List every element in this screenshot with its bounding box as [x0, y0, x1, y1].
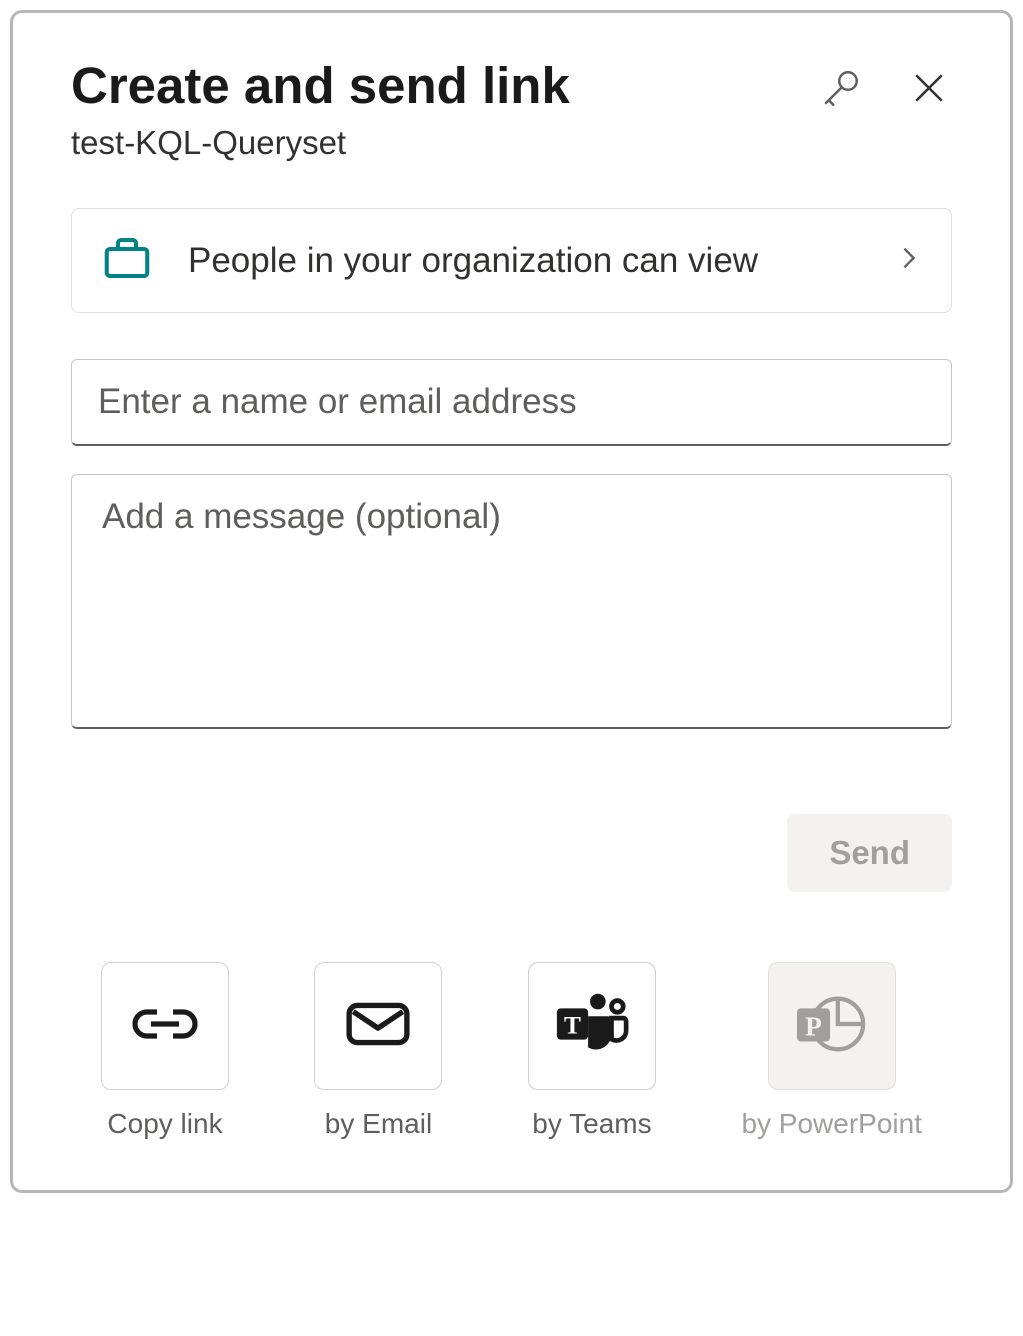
dialog-subtitle: test-KQL-Queryset [71, 124, 570, 162]
recipient-input[interactable] [71, 359, 952, 446]
share-options-row: Copy link by Email T [71, 962, 952, 1140]
share-powerpoint: P by PowerPoint [741, 962, 922, 1140]
dialog-header: Create and send link test-KQL-Queryset [71, 55, 952, 162]
svg-text:T: T [564, 1011, 581, 1039]
email-button[interactable] [314, 962, 442, 1090]
teams-label: by Teams [532, 1108, 651, 1140]
powerpoint-icon: P [795, 992, 869, 1061]
message-input[interactable] [71, 474, 952, 729]
powerpoint-label: by PowerPoint [741, 1108, 922, 1140]
briefcase-icon [100, 231, 154, 290]
send-row: Send [71, 814, 952, 892]
permission-text: People in your organization can view [188, 238, 861, 284]
permission-selector[interactable]: People in your organization can view [71, 208, 952, 313]
link-icon [129, 998, 201, 1055]
copy-link-button[interactable] [101, 962, 229, 1090]
header-actions [816, 55, 952, 116]
share-email: by Email [314, 962, 442, 1140]
link-settings-button[interactable] [816, 63, 866, 116]
key-icon [820, 67, 862, 112]
dialog-title: Create and send link [71, 55, 570, 116]
teams-icon: T [553, 990, 631, 1063]
send-button[interactable]: Send [787, 814, 952, 892]
title-block: Create and send link test-KQL-Queryset [71, 55, 570, 162]
powerpoint-button: P [768, 962, 896, 1090]
svg-text:P: P [805, 1011, 822, 1041]
share-teams: T by Teams [528, 962, 656, 1140]
mail-icon [345, 998, 411, 1055]
copy-link-label: Copy link [107, 1108, 222, 1140]
share-copy-link: Copy link [101, 962, 229, 1140]
close-icon [910, 69, 948, 110]
email-label: by Email [325, 1108, 432, 1140]
close-button[interactable] [906, 65, 952, 114]
share-dialog: Create and send link test-KQL-Queryset [10, 10, 1013, 1193]
chevron-right-icon [895, 244, 923, 277]
teams-button[interactable]: T [528, 962, 656, 1090]
